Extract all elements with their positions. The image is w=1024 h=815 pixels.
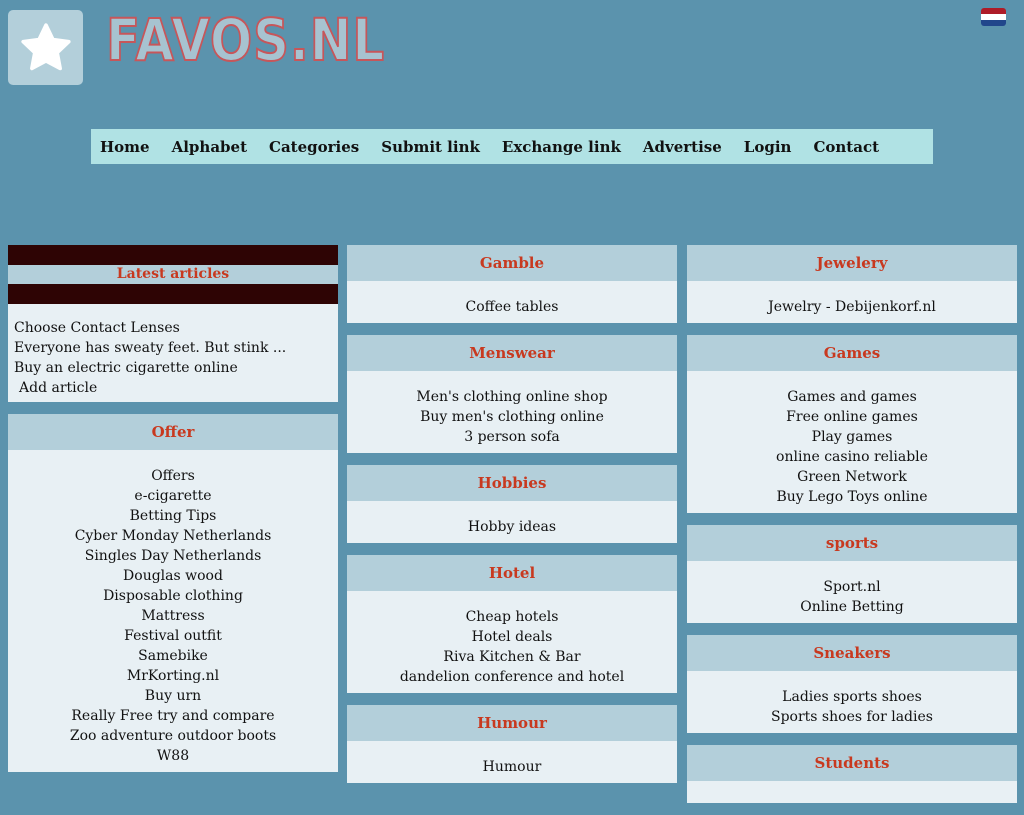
nav-submit-link[interactable]: Submit link [370,138,491,156]
category-link[interactable]: Men's clothing online shop [347,387,677,407]
nav-alphabet[interactable]: Alphabet [161,138,258,156]
category-link[interactable]: Douglas wood [8,566,338,586]
latest-article-link[interactable]: Buy an electric cigarette online [14,358,332,378]
category-link[interactable]: Buy urn [8,686,338,706]
latest-articles-title: Latest articles [8,265,338,284]
category-link[interactable]: Sports shoes for ladies [687,707,1017,727]
category-links: Men's clothing online shop Buy men's clot… [347,371,677,453]
category-title[interactable]: Students [687,745,1017,781]
latest-bottom-bar [8,284,338,304]
middle-column: Gamble Coffee tables Menswear Men's clothin… [347,245,677,795]
category-box-students: Students [687,745,1017,803]
category-link[interactable]: Coffee tables [347,297,677,317]
nav-home[interactable]: Home [91,138,161,156]
category-box-hotel: Hotel Cheap hotels Hotel deals Riva Kitchen… [347,555,677,693]
category-link[interactable]: Samebike [8,646,338,666]
nav-contact[interactable]: Contact [802,138,890,156]
nav-login[interactable]: Login [733,138,803,156]
category-link[interactable]: Green Network [687,467,1017,487]
category-link[interactable]: Buy Lego Toys online [687,487,1017,507]
category-link[interactable]: Singles Day Netherlands [8,546,338,566]
category-links: Cheap hotels Hotel deals Riva Kitchen & Ba… [347,591,677,693]
category-link[interactable]: Jewelry - Debijenkorf.nl [687,297,1017,317]
category-box-offer: Offer Offers e-cigarette Betting Tips Cyber … [8,414,338,772]
category-link[interactable]: Sport.nl [687,577,1017,597]
category-link[interactable]: Hobby ideas [347,517,677,537]
category-box-sneakers: Sneakers Ladies sports shoes Sports shoes … [687,635,1017,733]
star-icon [20,22,71,70]
category-link[interactable]: Disposable clothing [8,586,338,606]
category-link[interactable]: dandelion conference and hotel [347,667,677,687]
left-column: Latest articles Choose Contact Lenses Ev… [8,245,338,784]
category-box-sports: sports Sport.nl Online Betting [687,525,1017,623]
category-links: Games and games Free online games Play gam… [687,371,1017,513]
category-link[interactable]: online casino reliable [687,447,1017,467]
latest-article-link[interactable]: Choose Contact Lenses [14,318,332,338]
nav-exchange-link[interactable]: Exchange link [491,138,632,156]
category-links: Hobby ideas [347,501,677,543]
category-links: Ladies sports shoes Sports shoes for ladi… [687,671,1017,733]
category-link[interactable]: Ladies sports shoes [687,687,1017,707]
category-title[interactable]: Games [687,335,1017,371]
category-title[interactable]: Humour [347,705,677,741]
category-link[interactable]: Festival outfit [8,626,338,646]
right-column: Jewelery Jewelry - Debijenkorf.nl Games Gam… [687,245,1017,815]
category-links: Sport.nl Online Betting [687,561,1017,623]
category-link[interactable]: Humour [347,757,677,777]
category-links [687,781,1017,803]
category-box-gamble: Gamble Coffee tables [347,245,677,323]
flag-stripe-blue [981,20,1006,26]
category-link[interactable]: MrKorting.nl [8,666,338,686]
category-link[interactable]: 3 person sofa [347,427,677,447]
category-title[interactable]: Jewelery [687,245,1017,281]
latest-article-link[interactable]: Everyone has sweaty feet. But stink ... [14,338,332,358]
category-links: Coffee tables [347,281,677,323]
category-link[interactable]: Riva Kitchen & Bar [347,647,677,667]
category-title[interactable]: Gamble [347,245,677,281]
category-link[interactable]: Free online games [687,407,1017,427]
category-links: Offers e-cigarette Betting Tips Cyber Monda… [8,450,338,772]
category-link[interactable]: Buy men's clothing online [347,407,677,427]
logo-star-box[interactable] [8,10,83,85]
nav-advertise[interactable]: Advertise [632,138,733,156]
category-box-menswear: Menswear Men's clothing online shop Buy me… [347,335,677,453]
category-link[interactable]: e-cigarette [8,486,338,506]
category-title[interactable]: sports [687,525,1017,561]
add-article-link[interactable]: Add article [14,378,332,398]
latest-articles-box: Latest articles Choose Contact Lenses Ev… [8,245,338,402]
nav-categories[interactable]: Categories [258,138,370,156]
category-link[interactable]: Betting Tips [8,506,338,526]
category-link[interactable]: W88 [8,746,338,766]
latest-articles-list: Choose Contact Lenses Everyone has sweat… [8,304,338,402]
category-title[interactable]: Sneakers [687,635,1017,671]
category-link[interactable]: Really Free try and compare [8,706,338,726]
dutch-flag-icon[interactable] [981,8,1006,26]
category-title[interactable]: Menswear [347,335,677,371]
latest-top-bar [8,245,338,265]
category-title[interactable]: Hobbies [347,465,677,501]
category-link[interactable]: Zoo adventure outdoor boots [8,726,338,746]
category-link[interactable]: Games and games [687,387,1017,407]
category-link[interactable]: Cheap hotels [347,607,677,627]
category-box-games: Games Games and games Free online games Pla… [687,335,1017,513]
category-box-humour: Humour Humour [347,705,677,783]
category-link[interactable]: Offers [8,466,338,486]
category-link[interactable]: Hotel deals [347,627,677,647]
category-link[interactable]: Online Betting [687,597,1017,617]
category-link[interactable]: Cyber Monday Netherlands [8,526,338,546]
category-title[interactable]: Offer [8,414,338,450]
category-link[interactable]: Play games [687,427,1017,447]
category-box-jewelery: Jewelery Jewelry - Debijenkorf.nl [687,245,1017,323]
main-nav: Home Alphabet Categories Submit link Exc… [91,129,933,164]
category-link[interactable]: Mattress [8,606,338,626]
site-logo-text[interactable]: FAVOS.NL [105,5,385,76]
category-links: Jewelry - Debijenkorf.nl [687,281,1017,323]
category-box-hobbies: Hobbies Hobby ideas [347,465,677,543]
category-title[interactable]: Hotel [347,555,677,591]
category-links: Humour [347,741,677,783]
